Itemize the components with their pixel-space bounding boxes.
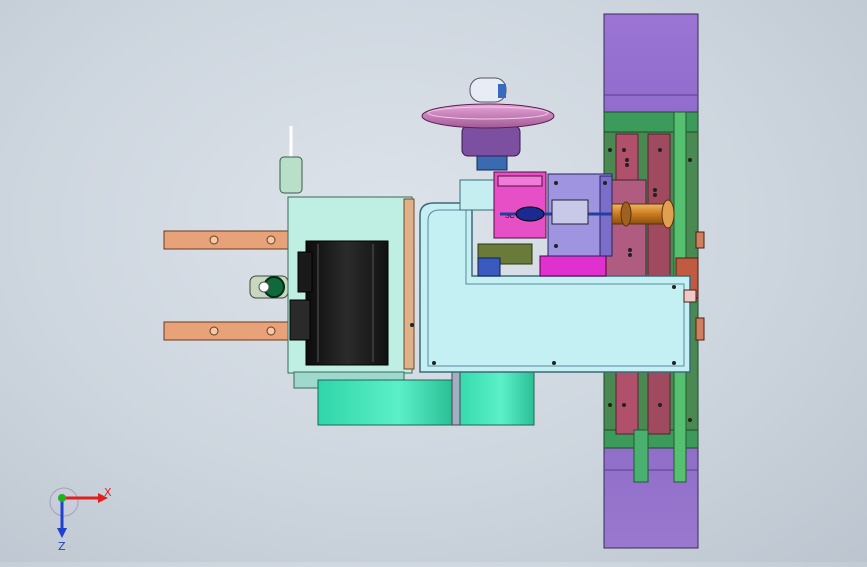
- bolt-hole: [625, 163, 629, 167]
- rack-gear-lower: [633, 429, 649, 483]
- x-axis-label: X: [104, 486, 112, 499]
- frame-edge-strip: [403, 198, 415, 370]
- bolt-hole: [688, 418, 692, 422]
- assembly-model[interactable]: SC: [0, 0, 867, 562]
- bronze-shaft: [611, 199, 675, 229]
- bolt-hole: [688, 158, 692, 162]
- handwheel[interactable]: [421, 77, 555, 171]
- lever-handle[interactable]: [279, 156, 303, 194]
- bolt-hole: [653, 188, 657, 192]
- bolt-hole: [658, 148, 662, 152]
- cad-3d-viewport[interactable]: SC X Z: [0, 0, 867, 562]
- bolt-hole: [658, 403, 662, 407]
- riser-block: [459, 179, 495, 211]
- bolt-hole: [628, 253, 632, 257]
- bolt-hole: [608, 148, 612, 152]
- bolt-hole: [622, 148, 626, 152]
- bolt-hole: [628, 248, 632, 252]
- coordinate-triad: X Z: [49, 486, 112, 550]
- bolt-hole: [608, 403, 612, 407]
- bolt-hole: [622, 403, 626, 407]
- base-block[interactable]: [317, 371, 535, 426]
- pulley-small: [477, 257, 501, 277]
- z-axis-label: Z: [58, 540, 66, 550]
- bolt-hole: [625, 158, 629, 162]
- bolt-hole: [653, 193, 657, 197]
- gear-motor-small: [539, 255, 607, 277]
